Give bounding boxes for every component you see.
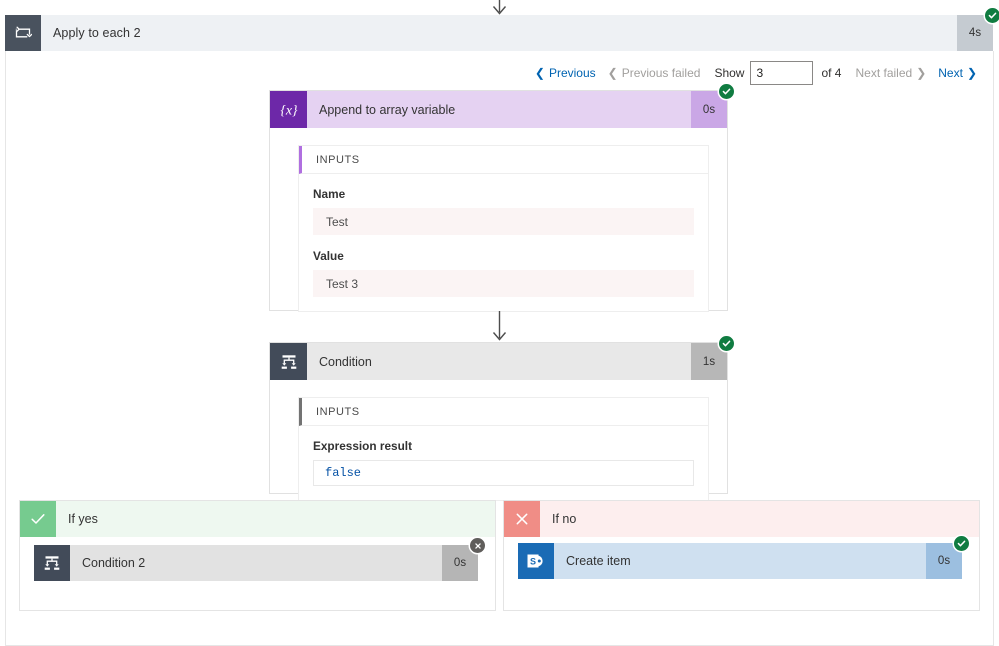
apply-to-each-icon (5, 15, 41, 51)
branch-if-yes[interactable]: If yes Condition 2 0s (19, 500, 496, 611)
sharepoint-icon: S (518, 543, 554, 579)
page-total-label: of 4 (821, 66, 842, 80)
action-card-header[interactable]: {x} Append to array variable 0s (270, 84, 734, 128)
canvas-left-rule (5, 51, 6, 646)
previous-label: Previous (548, 66, 596, 80)
previous-failed-button[interactable]: ❮ Previous failed (602, 62, 707, 84)
next-failed-label: Next failed (855, 66, 913, 80)
svg-text:{x}: {x} (280, 102, 298, 117)
action-name: Condition 2 (70, 545, 442, 581)
status-badge-succeeded (719, 84, 734, 99)
field-label-expression-result: Expression result (313, 439, 413, 453)
inputs-panel-title: INPUTS (299, 146, 708, 174)
branch-if-no[interactable]: If no S Create item 0s (503, 500, 980, 611)
inputs-panel-body: Expression result false (299, 426, 708, 500)
branch-label: If yes (68, 512, 98, 526)
show-label: Show (714, 66, 745, 80)
flow-run-canvas: Apply to each 2 4s ❮ Previous ❮ Previous… (0, 0, 999, 646)
chevron-left-icon: ❮ (607, 66, 618, 80)
inputs-panel: INPUTS Expression result false (298, 397, 709, 501)
cross-icon (504, 501, 540, 537)
action-card-header[interactable]: Condition 1s (270, 336, 734, 380)
condition-branch-icon (34, 545, 70, 581)
status-badge-succeeded (954, 536, 969, 551)
inputs-panel-title: INPUTS (299, 398, 708, 426)
chevron-right-icon: ❯ (966, 66, 977, 80)
scope-header-apply-to-each[interactable]: Apply to each 2 4s (5, 8, 999, 51)
next-button[interactable]: Next ❯ (932, 62, 983, 84)
connector-arrow-middle (492, 311, 507, 341)
next-failed-button[interactable]: Next failed ❯ (849, 62, 932, 84)
action-name: Append to array variable (319, 102, 456, 117)
action-card-condition[interactable]: Condition 1s INPUTS Expression result fa… (269, 336, 734, 501)
action-card-append-to-array-variable[interactable]: {x} Append to array variable 0s INPUTS N… (269, 84, 734, 312)
status-badge-succeeded (719, 336, 734, 351)
variable-braces-icon: {x} (270, 91, 307, 128)
check-icon (20, 501, 56, 537)
chevron-right-icon: ❯ (916, 66, 927, 80)
branch-header-if-no[interactable]: If no (504, 501, 979, 537)
scope-title: Apply to each 2 (53, 26, 141, 40)
field-value-name: Test (313, 208, 694, 235)
inputs-panel-body: Name Test Value Test 3 (299, 174, 708, 311)
connector-arrow-top (492, 0, 507, 15)
status-badge-skipped (470, 538, 485, 553)
pagination-controls: ❮ Previous ❮ Previous failed Show of 4 N… (529, 61, 983, 85)
page-number-input[interactable] (750, 61, 814, 85)
next-label: Next (938, 66, 963, 80)
inputs-panel: INPUTS Name Test Value Test 3 (298, 145, 709, 312)
field-label-value: Value (313, 249, 344, 263)
field-value-expression-result: false (313, 460, 694, 486)
action-name: Condition (319, 354, 372, 369)
svg-text:S: S (530, 556, 536, 566)
status-badge-succeeded (985, 8, 999, 23)
branch-label: If no (552, 512, 577, 526)
action-card-condition-2[interactable]: Condition 2 0s (34, 538, 485, 581)
condition-branch-icon (270, 343, 307, 380)
field-label-name: Name (313, 187, 346, 201)
action-card-create-item[interactable]: S Create item 0s (518, 536, 969, 579)
chevron-left-icon: ❮ (534, 66, 545, 80)
previous-failed-label: Previous failed (621, 66, 701, 80)
canvas-right-rule (993, 51, 994, 646)
field-value-value: Test 3 (313, 270, 694, 297)
action-name: Create item (554, 543, 926, 579)
branch-header-if-yes[interactable]: If yes (20, 501, 495, 537)
previous-button[interactable]: ❮ Previous (529, 62, 602, 84)
